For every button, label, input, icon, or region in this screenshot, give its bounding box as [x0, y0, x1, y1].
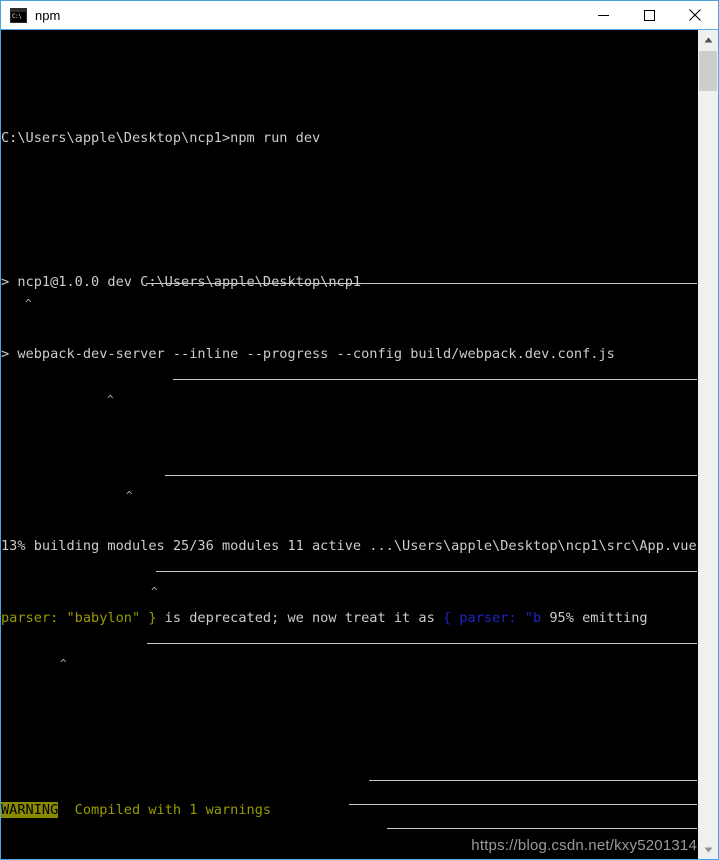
csdn-watermark: https://blog.csdn.net/kxy5201314	[471, 837, 697, 854]
npm-script-command: > webpack-dev-server --inline --progress…	[1, 346, 615, 362]
divider-line-1	[173, 379, 697, 380]
vertical-scrollbar[interactable]	[697, 30, 718, 859]
scroll-up-arrow-button[interactable]	[698, 30, 718, 50]
npm-console-window: C:\ npm C:\Users\apple\Desktop\ncp1>npm …	[0, 0, 719, 860]
progress-building: 13% building modules 25/36 modules 11 ac…	[1, 538, 697, 554]
cmd-console-icon: C:\	[10, 7, 27, 23]
terminal-line-progress-1: 13% building modules 25/36 modules 11 ac…	[1, 534, 697, 558]
progress-emitting: 95% emitting	[541, 610, 648, 626]
divider-line-3	[156, 571, 697, 572]
terminal-line-warning: WARNING Compiled with 1 warnings	[1, 798, 697, 822]
caret-marker-0: ^	[25, 297, 32, 310]
progress-deprecated-text: is deprecated; we now treat it as	[156, 610, 443, 626]
divider-line-6	[349, 804, 697, 805]
caret-marker-3: ^	[151, 585, 158, 598]
console-area: C:\Users\apple\Desktop\ncp1>npm run dev …	[1, 30, 718, 859]
window-titlebar: C:\ npm	[1, 1, 718, 30]
divider-line-2	[165, 475, 697, 476]
divider-line-7	[387, 828, 697, 829]
terminal-line-blank-1	[1, 198, 697, 222]
terminal-line-script-2: > webpack-dev-server --inline --progress…	[1, 342, 697, 366]
terminal-line-script-1: > ncp1@1.0.0 dev C:\Users\apple\Desktop\…	[1, 270, 697, 294]
warning-message: Compiled with 1 warnings	[58, 802, 272, 818]
divider-line-0	[146, 283, 697, 284]
divider-line-4	[147, 643, 697, 644]
caret-marker-4: ^	[60, 657, 67, 670]
maximize-button[interactable]	[626, 1, 672, 29]
cmd-icon-text: C:\	[11, 11, 26, 22]
terminal-line-blank-2	[1, 414, 697, 438]
divider-line-5	[369, 780, 697, 781]
scrollbar-thumb[interactable]	[699, 51, 717, 91]
caret-marker-1: ^	[107, 393, 114, 406]
window-title: npm	[35, 7, 61, 23]
terminal-line-blank-3	[1, 678, 697, 702]
prompt-command: C:\Users\apple\Desktop\ncp1>npm run dev	[1, 130, 321, 146]
scroll-down-arrow-icon	[704, 847, 712, 853]
progress-parser-blue: { parser: "b	[442, 610, 542, 626]
scroll-down-arrow-button[interactable]	[698, 840, 718, 859]
maximize-icon	[643, 9, 655, 21]
npm-script-header: > ncp1@1.0.0 dev C:\Users\apple\Desktop\…	[1, 274, 362, 290]
terminal-text: C:\Users\apple\Desktop\ncp1>npm run dev …	[1, 30, 697, 859]
terminal-output[interactable]: C:\Users\apple\Desktop\ncp1>npm run dev …	[1, 30, 697, 859]
scroll-up-arrow-icon	[704, 37, 712, 43]
minimize-button[interactable]	[580, 1, 626, 29]
close-button[interactable]	[672, 1, 718, 29]
terminal-line-progress-2: parser: "babylon" } is deprecated; we no…	[1, 606, 697, 630]
minimize-icon	[597, 14, 609, 16]
caret-marker-2: ^	[126, 489, 133, 502]
status-badge: WARNING	[1, 802, 59, 818]
progress-parser-babylon: parser: "babylon" }	[1, 610, 157, 626]
close-icon	[689, 9, 701, 21]
terminal-line-prompt: C:\Users\apple\Desktop\ncp1>npm run dev	[1, 126, 697, 150]
